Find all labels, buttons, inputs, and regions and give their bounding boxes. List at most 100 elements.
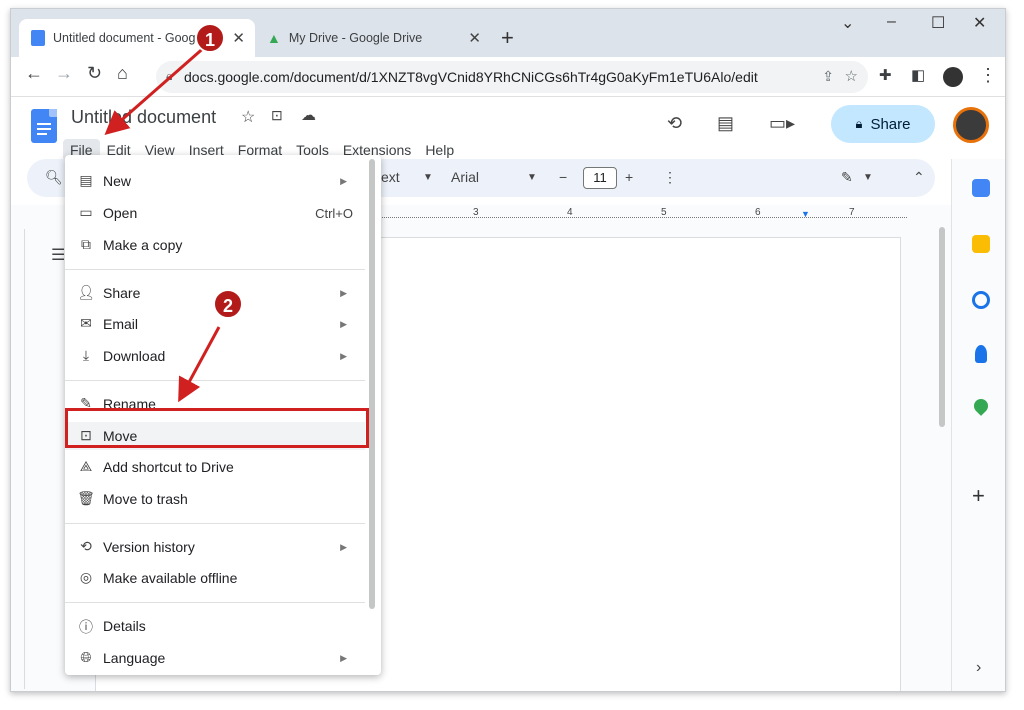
collapse-toolbar-icon[interactable]: ⌃ [913, 169, 925, 186]
increase-size-button[interactable]: + [625, 169, 633, 185]
extensions-icon[interactable]: ✚ [879, 66, 892, 84]
font-dropdown[interactable]: Arial [451, 169, 479, 185]
tab-strip: Untitled document - Google Docs ✕ ▲ My D… [11, 9, 1005, 57]
menu-item-new[interactable]: ▤ New ▶ [65, 167, 365, 195]
tab-drive[interactable]: ▲ My Drive - Google Drive ✕ [259, 19, 491, 57]
back-icon[interactable]: ← [25, 63, 43, 84]
ruler-tick: 3 [473, 207, 479, 218]
edit-mode-icon[interactable]: ✎ [841, 169, 853, 186]
share-label: Share [870, 115, 911, 133]
menu-item-make-a-copy[interactable]: ⧉ Make a copy [65, 231, 365, 259]
comments-icon[interactable]: ▤ [717, 113, 734, 134]
calendar-icon[interactable] [972, 179, 990, 197]
new-tab-button[interactable]: + [501, 25, 514, 51]
menu-item-open[interactable]: ▭ Open Ctrl+O [65, 199, 365, 227]
docs-icon [31, 30, 45, 46]
decrease-size-button[interactable]: − [559, 169, 567, 185]
submenu-arrow-icon: ▶ [340, 652, 347, 663]
menu-item-email[interactable]: ✉ Email ▶ [65, 310, 365, 338]
minimize-button[interactable]: – [887, 13, 896, 31]
maps-icon[interactable] [971, 396, 991, 416]
menu-item-move-to-trash[interactable]: 🗑︎ Move to trash [65, 485, 365, 513]
side-panel: + › [951, 159, 1005, 691]
docs-logo[interactable] [31, 109, 57, 143]
menu-item-version-history[interactable]: ⟲ Version history ▶ [65, 533, 365, 561]
share-button[interactable]: 🔒︎ Share [831, 105, 935, 143]
menu-item-download[interactable]: ⤓ Download ▶ [65, 342, 365, 370]
offline-icon: ◎ [79, 569, 93, 585]
menu-item-language[interactable]: 🌐︎ Language ▶ [65, 644, 365, 672]
chevron-down-icon[interactable]: ▼ [423, 172, 433, 183]
download-icon: ⤓ [82, 347, 90, 363]
move-folder-icon[interactable]: ⊡ [271, 107, 283, 124]
close-icon[interactable]: ✕ [468, 29, 481, 47]
ruler-tick: 4 [567, 207, 573, 218]
submenu-arrow-icon: ▶ [340, 175, 347, 186]
submenu-arrow-icon: ▶ [340, 318, 347, 329]
trash-icon: 🗑︎ [77, 490, 95, 506]
menu-divider [65, 269, 365, 270]
step-badge-2: 2 [213, 289, 243, 319]
more-vert-icon[interactable]: ⋮ [979, 65, 997, 86]
url-text: docs.google.com/document/d/1XNZT8vgVCnid… [184, 69, 758, 85]
ruler-tick: 7 [849, 207, 855, 218]
browser-toolbar: ← → ↻ ⌂ 🔒︎ docs.google.com/document/d/1X… [11, 57, 1005, 97]
drive-icon: ▲ [267, 30, 281, 46]
close-icon[interactable]: ✕ [232, 29, 245, 47]
document-title[interactable]: Untitled document [71, 107, 216, 128]
drive-shortcut-icon: ⟁ [79, 458, 93, 474]
person-add-icon: 👤︎ [77, 284, 95, 300]
menu-item-add-shortcut[interactable]: ⟁ Add shortcut to Drive [65, 453, 365, 481]
menu-divider [65, 523, 365, 524]
search-icon[interactable]: 🔍︎ [45, 169, 63, 186]
address-bar[interactable]: 🔒︎ docs.google.com/document/d/1XNZT8vgVC… [156, 61, 868, 93]
chevron-down-icon[interactable]: ▼ [527, 172, 537, 183]
reload-icon[interactable]: ↻ [87, 63, 102, 84]
scrollbar[interactable] [939, 227, 945, 427]
profile-avatar[interactable] [943, 67, 963, 87]
indent-marker-icon[interactable]: ▼ [801, 209, 810, 219]
globe-icon: 🌐︎ [80, 649, 92, 665]
close-window-button[interactable]: ✕ [973, 13, 986, 33]
menu-divider [65, 602, 365, 603]
avatar[interactable] [953, 107, 989, 143]
submenu-arrow-icon: ▶ [340, 541, 347, 552]
chevron-down-icon[interactable]: ▼ [863, 172, 873, 183]
tab-search-icon[interactable]: ⌄ [841, 13, 854, 33]
font-size-input[interactable]: 11 [583, 167, 617, 189]
menu-item-make-offline[interactable]: ◎ Make available offline [65, 564, 365, 592]
bookmark-star-icon[interactable]: ☆ [845, 67, 858, 85]
shortcut-text: Ctrl+O [315, 205, 353, 221]
menu-item-details[interactable]: ⓘ Details [65, 612, 365, 640]
folder-icon: ▭ [79, 204, 93, 220]
lock-icon: 🔒︎ [166, 69, 173, 83]
cloud-status-icon: ☁ [301, 107, 316, 124]
style-dropdown[interactable]: ext [381, 169, 400, 185]
forward-icon[interactable]: → [55, 63, 73, 84]
tab-title: My Drive - Google Drive [288, 31, 423, 45]
horizontal-ruler: 3 4 5 6 ▼ 7 [377, 207, 907, 221]
menu-divider [65, 380, 365, 381]
ruler-tick: 5 [661, 207, 667, 218]
star-icon[interactable]: ☆ [241, 107, 255, 127]
outline-icon[interactable]: ☰ [51, 245, 65, 265]
vertical-ruler [11, 229, 25, 689]
submenu-arrow-icon: ▶ [340, 350, 347, 361]
history-icon: ⟲ [80, 538, 92, 554]
more-vert-icon[interactable]: ⋮ [663, 169, 677, 186]
tab-title: Untitled document - Google Docs [53, 31, 213, 45]
add-addon-icon[interactable]: + [972, 483, 985, 509]
home-icon[interactable]: ⌂ [117, 63, 128, 84]
version-history-icon[interactable]: ⟲ [667, 113, 682, 134]
keep-icon[interactable] [972, 235, 990, 253]
meet-icon[interactable]: ▭▸ [769, 113, 795, 134]
menu-scrollbar[interactable] [369, 159, 375, 609]
menu-help[interactable]: Help [418, 139, 461, 161]
expand-panel-icon[interactable]: › [976, 659, 981, 677]
maximize-button[interactable]: ☐ [931, 13, 945, 33]
mail-icon: ✉ [80, 315, 92, 331]
contacts-icon[interactable] [975, 345, 987, 363]
share-page-icon[interactable]: ⇪ [822, 68, 834, 85]
tasks-icon[interactable] [972, 291, 990, 309]
sidepanel-icon[interactable]: ◧ [911, 66, 925, 84]
